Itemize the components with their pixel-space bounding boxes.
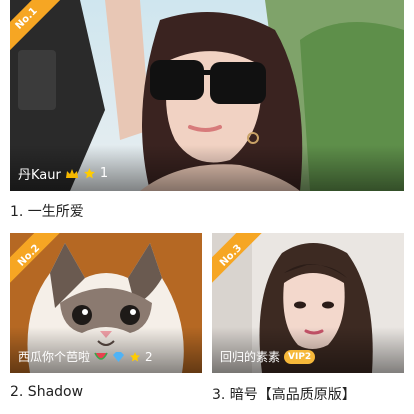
star-icon — [130, 351, 141, 361]
uploader-name-3: 回归的素素 — [220, 350, 281, 364]
crown-icon — [65, 168, 78, 178]
star-count-2: 2 — [145, 349, 153, 364]
song-card-2[interactable]: 西瓜你个芭啦 2 No.2 — [10, 233, 202, 373]
uploader-caption-1: 丹Kaur 1 — [18, 164, 108, 183]
vip-badge: VIP2 — [284, 349, 316, 364]
diamond-icon — [113, 351, 125, 362]
song-card-3[interactable]: No.3 回归的素素 VIP2 — [212, 233, 404, 373]
uploader-name-1: 丹Kaur — [18, 168, 61, 183]
uploader-caption-2: 西瓜你个芭啦 2 — [18, 348, 153, 365]
song-title-3[interactable]: 3. 暗号【高品质原版】 — [212, 384, 356, 404]
song-title-2[interactable]: 2. Shadow — [10, 384, 83, 400]
star-count-1: 1 — [99, 166, 109, 181]
watermelon-icon — [94, 352, 108, 360]
uploader-caption-3: 回归的素素 VIP2 — [220, 348, 316, 365]
star-icon — [83, 168, 95, 179]
uploader-name-2: 西瓜你个芭啦 — [18, 350, 91, 364]
song-card-1[interactable]: No.1 丹Kaur 1 — [10, 0, 404, 191]
song-title-1[interactable]: 1. 一生所爱 — [10, 201, 84, 221]
